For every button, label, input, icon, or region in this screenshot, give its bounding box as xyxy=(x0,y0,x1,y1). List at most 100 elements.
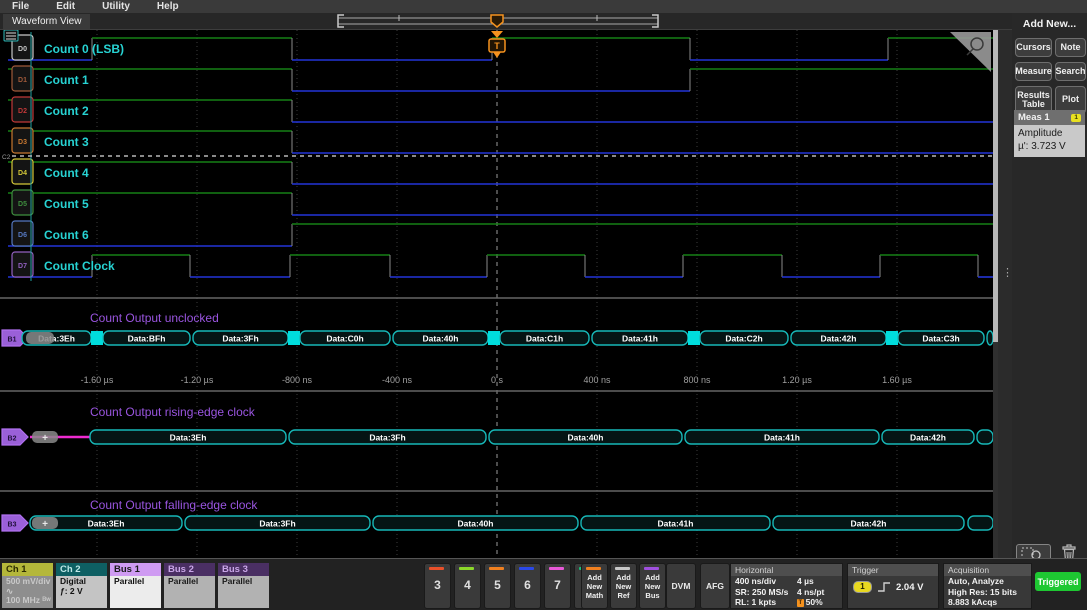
triggered-status: Triggered xyxy=(1035,572,1081,591)
add-new-math-button[interactable]: Add New Math xyxy=(581,563,608,609)
digital-channel-badge-label: D4 xyxy=(18,170,27,177)
trigger-marker-arrow-icon[interactable] xyxy=(491,31,503,38)
badge-ch-2[interactable]: Ch 2Digitalƒ: 2 V xyxy=(56,563,107,608)
add-new-title: Add New... xyxy=(1012,18,1087,30)
bus-data-value: Data:40h xyxy=(568,433,604,443)
time-axis-label: -1.60 µs xyxy=(81,375,114,385)
bus-data-value: Data:C0h xyxy=(326,334,363,344)
afg-button[interactable]: AFG xyxy=(700,563,730,609)
channel-6-button[interactable]: 6 xyxy=(514,563,541,609)
digital-channel-badge-label: D0 xyxy=(18,46,27,53)
channel-color-stripe xyxy=(459,567,474,570)
menu-item-edit[interactable]: Edit xyxy=(56,1,75,12)
menu-item-help[interactable]: Help xyxy=(157,1,179,12)
menubar: File Edit Utility Help xyxy=(0,0,1087,13)
bus-title: Count Output rising-edge clock xyxy=(90,405,256,419)
meas1-badge[interactable]: Meas 1 1 Amplitude µ': 3.723 V xyxy=(1014,110,1085,157)
time-axis-label: -400 ns xyxy=(382,375,413,385)
channel-number-buttons: 345678 xyxy=(424,563,601,609)
bus-data-value: Data:BFh xyxy=(128,334,166,344)
digital-channel-row-D2: D2Count 2 xyxy=(8,97,993,122)
bus-data-value: Data:42h xyxy=(910,433,946,443)
trigger-pos-icon: T xyxy=(797,599,804,607)
digital-channel-label: Count 6 xyxy=(44,228,89,242)
bus-data-value: Data:3Eh xyxy=(170,433,207,443)
meas1-title: Meas 1 xyxy=(1018,112,1050,123)
channel-7-button[interactable]: 7 xyxy=(544,563,571,609)
bus-data-value: Data:3Eh xyxy=(88,519,125,529)
add-new-ref-button[interactable]: Add New Ref xyxy=(610,563,637,609)
bus-transition-block xyxy=(488,331,500,345)
digital-channel-row-D5: D5 Count 5 xyxy=(8,190,993,215)
acquisition-rows: Auto, AnalyzeHigh Res: 15 bits8.883 kAcq… xyxy=(944,576,1031,608)
horizontal-overview-bar[interactable] xyxy=(334,13,662,29)
plus-icon: + xyxy=(42,519,48,530)
bus-data-value: Data:3Fh xyxy=(369,433,405,443)
right-panel: Add New... CursorsNoteMeasureSearchResul… xyxy=(1012,13,1087,570)
bus-transition-block xyxy=(288,331,300,345)
acquisition-panel[interactable]: Acquisition Auto, AnalyzeHigh Res: 15 bi… xyxy=(943,563,1032,609)
bus-data-segment xyxy=(968,516,993,530)
cursors-button[interactable]: Cursors xyxy=(1015,38,1052,57)
overview-trigger-marker-icon[interactable] xyxy=(491,15,503,27)
plus-icon: + xyxy=(42,433,48,444)
channel-3-button[interactable]: 3 xyxy=(424,563,451,609)
settings-bar: Ch 1500 mV/div∿100 MHz ᴮʷCh 2Digitalƒ: 2… xyxy=(0,558,1087,610)
bus-badge-label: B2 xyxy=(8,436,17,443)
waveform-view[interactable]: D0Count 0 (LSB)D1Count 1D2Count 2D3Count… xyxy=(0,30,993,558)
horizontal-rows: 400 ns/div4 µsSR: 250 MS/s4 ns/ptRL: 1 k… xyxy=(731,576,842,608)
channel-5-button[interactable]: 5 xyxy=(484,563,511,609)
bus-title: Count Output falling-edge clock xyxy=(90,498,258,512)
time-axis-label: 1.20 µs xyxy=(782,375,812,385)
meas1-type: Amplitude xyxy=(1018,128,1081,141)
bus-data-value: Data:3Fh xyxy=(259,519,295,529)
add-new-bus-button[interactable]: Add New Bus xyxy=(639,563,666,609)
bus-data-segment xyxy=(977,430,993,444)
menu-item-file[interactable]: File xyxy=(12,1,29,12)
bus-data-value: Data:40h xyxy=(458,519,494,529)
bus-data-value: Data:C3h xyxy=(922,334,959,344)
measure-button[interactable]: Measure xyxy=(1015,62,1052,81)
dvm-button[interactable]: DVM xyxy=(666,563,696,609)
badge-bus-3[interactable]: Bus 3Parallel xyxy=(218,563,269,608)
digital-channel-row-D1: D1Count 1 xyxy=(8,66,993,91)
digital-channel-label: Count 5 xyxy=(44,197,89,211)
channel-color-stripe xyxy=(429,567,444,570)
tab-waveform-view[interactable]: Waveform View xyxy=(3,14,90,29)
add-new-buttons: CursorsNoteMeasureSearchResults TablePlo… xyxy=(1015,38,1086,114)
bus-data-value: Data:40h xyxy=(423,334,459,344)
digital-channel-row-D3: D3 Count 3 xyxy=(8,128,993,153)
bus-title: Count Output unclocked xyxy=(90,311,219,325)
digital-channel-badge-label: D5 xyxy=(18,201,27,208)
ch2-reference-label: C2 xyxy=(2,154,11,161)
horizontal-title: Horizontal xyxy=(731,564,842,576)
time-axis-label: -800 ns xyxy=(282,375,313,385)
digital-channel-badge-label: D6 xyxy=(18,232,27,239)
horizontal-panel[interactable]: Horizontal 400 ns/div4 µsSR: 250 MS/s4 n… xyxy=(730,563,843,609)
add-color-stripe xyxy=(644,567,659,570)
bus-badge-label: B1 xyxy=(8,337,17,344)
overview-right-bracket xyxy=(652,15,658,27)
badge-bus-1[interactable]: Bus 1Parallel xyxy=(110,563,161,608)
menu-item-utility[interactable]: Utility xyxy=(102,1,130,12)
bus-drag-handle[interactable] xyxy=(26,332,54,344)
search-button[interactable]: Search xyxy=(1055,62,1086,81)
note-button[interactable]: Note xyxy=(1055,38,1086,57)
panel-divider[interactable]: ⋮ xyxy=(998,30,1012,558)
add-color-stripe xyxy=(615,567,630,570)
channel-color-stripe xyxy=(489,567,504,570)
waveform-canvas[interactable]: D0Count 0 (LSB)D1Count 1D2Count 2D3Count… xyxy=(0,30,993,558)
tabbar: Waveform View xyxy=(0,13,1012,30)
trigger-panel[interactable]: Trigger 1 2.04 V xyxy=(847,563,939,609)
digital-channel-row-D7: D7Count Clock xyxy=(8,252,993,277)
badge-bus-2[interactable]: Bus 2Parallel xyxy=(164,563,215,608)
meas1-value: µ': 3.723 V xyxy=(1018,141,1081,154)
digital-channel-label: Count 1 xyxy=(44,73,89,87)
channel-4-button[interactable]: 4 xyxy=(454,563,481,609)
digital-channel-badge-label: D3 xyxy=(18,139,27,146)
bus-data-value: Data:42h xyxy=(851,519,887,529)
trigger-level: 2.04 V xyxy=(896,582,923,593)
badge-ch-1[interactable]: Ch 1500 mV/div∿100 MHz ᴮʷ xyxy=(2,563,53,608)
digital-channel-label: Count 3 xyxy=(44,135,89,149)
bus-data-value: Data:41h xyxy=(658,519,694,529)
